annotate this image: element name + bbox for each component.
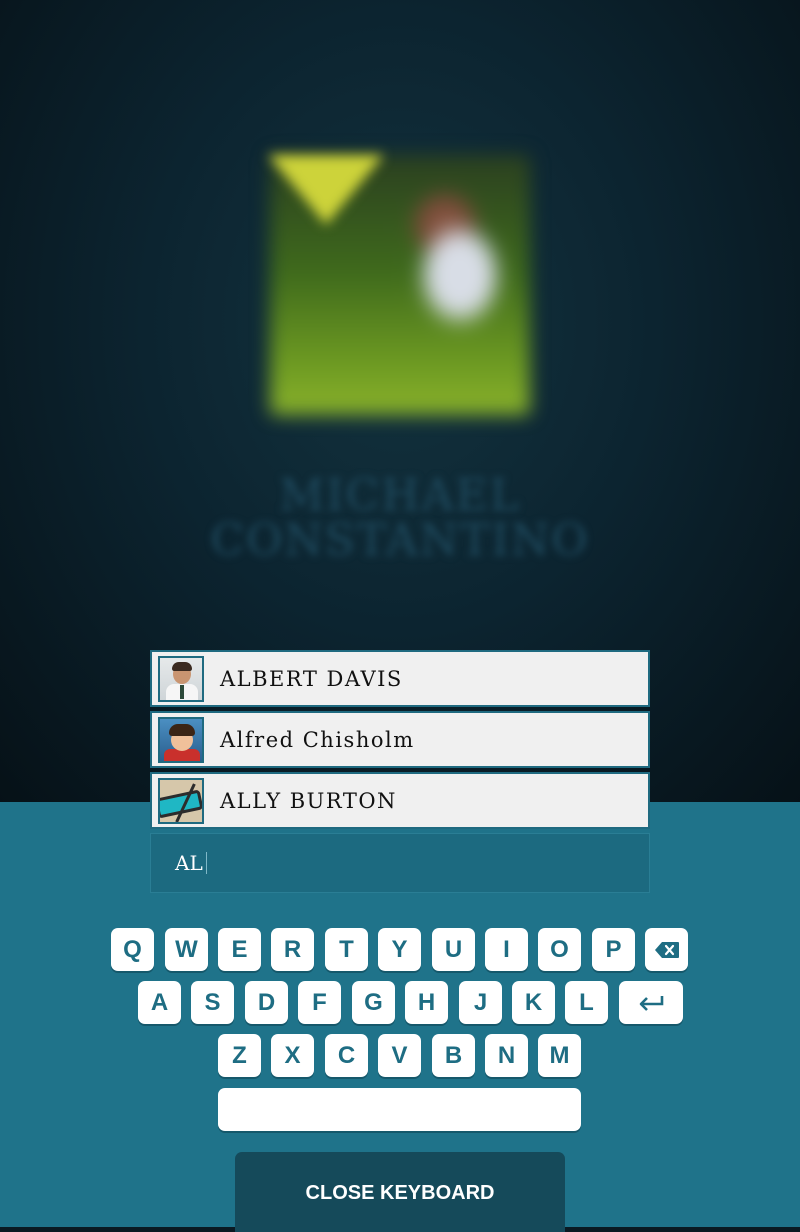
text-caret xyxy=(205,852,207,874)
key-d[interactable]: D xyxy=(245,981,288,1024)
key-v[interactable]: V xyxy=(378,1034,421,1077)
profile-name-line2: CONSTANTINO xyxy=(210,515,590,566)
key-y[interactable]: Y xyxy=(378,928,421,971)
key-p[interactable]: P xyxy=(592,928,635,971)
key-g[interactable]: G xyxy=(352,981,395,1024)
suggestion-label: ALLY BURTON xyxy=(220,788,397,813)
key-a[interactable]: A xyxy=(138,981,181,1024)
key-l[interactable]: L xyxy=(565,981,608,1024)
suggestion-label: Alfred Chisholm xyxy=(220,727,415,752)
key-e[interactable]: E xyxy=(218,928,261,971)
photo-flag-decoration xyxy=(268,155,384,225)
suggestion-albert-davis[interactable]: ALBERT DAVIS xyxy=(150,650,650,707)
key-n[interactable]: N xyxy=(485,1034,528,1077)
key-u[interactable]: U xyxy=(432,928,475,971)
key-h[interactable]: H xyxy=(405,981,448,1024)
enter-icon xyxy=(639,995,664,1011)
profile-name-line1: MICHAEL xyxy=(279,470,521,521)
backspace-key[interactable] xyxy=(645,928,688,971)
key-f[interactable]: F xyxy=(298,981,341,1024)
key-b[interactable]: B xyxy=(432,1034,475,1077)
suggestion-list: ALBERT DAVIS Alfred Chisholm ALLY BURTON xyxy=(150,650,650,833)
key-q[interactable]: Q xyxy=(111,928,154,971)
avatar xyxy=(158,716,204,763)
key-x[interactable]: X xyxy=(271,1034,314,1077)
key-i[interactable]: I xyxy=(485,928,528,971)
space-key[interactable] xyxy=(218,1088,581,1131)
suggestion-alfred-chisholm[interactable]: Alfred Chisholm xyxy=(150,711,650,768)
key-r[interactable]: R xyxy=(271,928,314,971)
key-j[interactable]: J xyxy=(459,981,502,1024)
search-input-value: AL xyxy=(175,851,203,875)
avatar xyxy=(158,655,204,702)
key-m[interactable]: M xyxy=(538,1034,581,1077)
key-o[interactable]: O xyxy=(538,928,581,971)
key-w[interactable]: W xyxy=(165,928,208,971)
suggestion-ally-burton[interactable]: ALLY BURTON xyxy=(150,772,650,829)
search-input[interactable]: AL xyxy=(150,833,650,893)
suggestion-label: ALBERT DAVIS xyxy=(220,666,403,691)
close-keyboard-button[interactable]: CLOSE KEYBOARD xyxy=(235,1152,565,1232)
avatar xyxy=(158,777,204,824)
backspace-icon xyxy=(654,941,679,958)
key-c[interactable]: C xyxy=(325,1034,368,1077)
key-t[interactable]: T xyxy=(325,928,368,971)
enter-key[interactable] xyxy=(619,981,683,1024)
key-s[interactable]: S xyxy=(191,981,234,1024)
key-z[interactable]: Z xyxy=(218,1034,261,1077)
key-k[interactable]: K xyxy=(512,981,555,1024)
